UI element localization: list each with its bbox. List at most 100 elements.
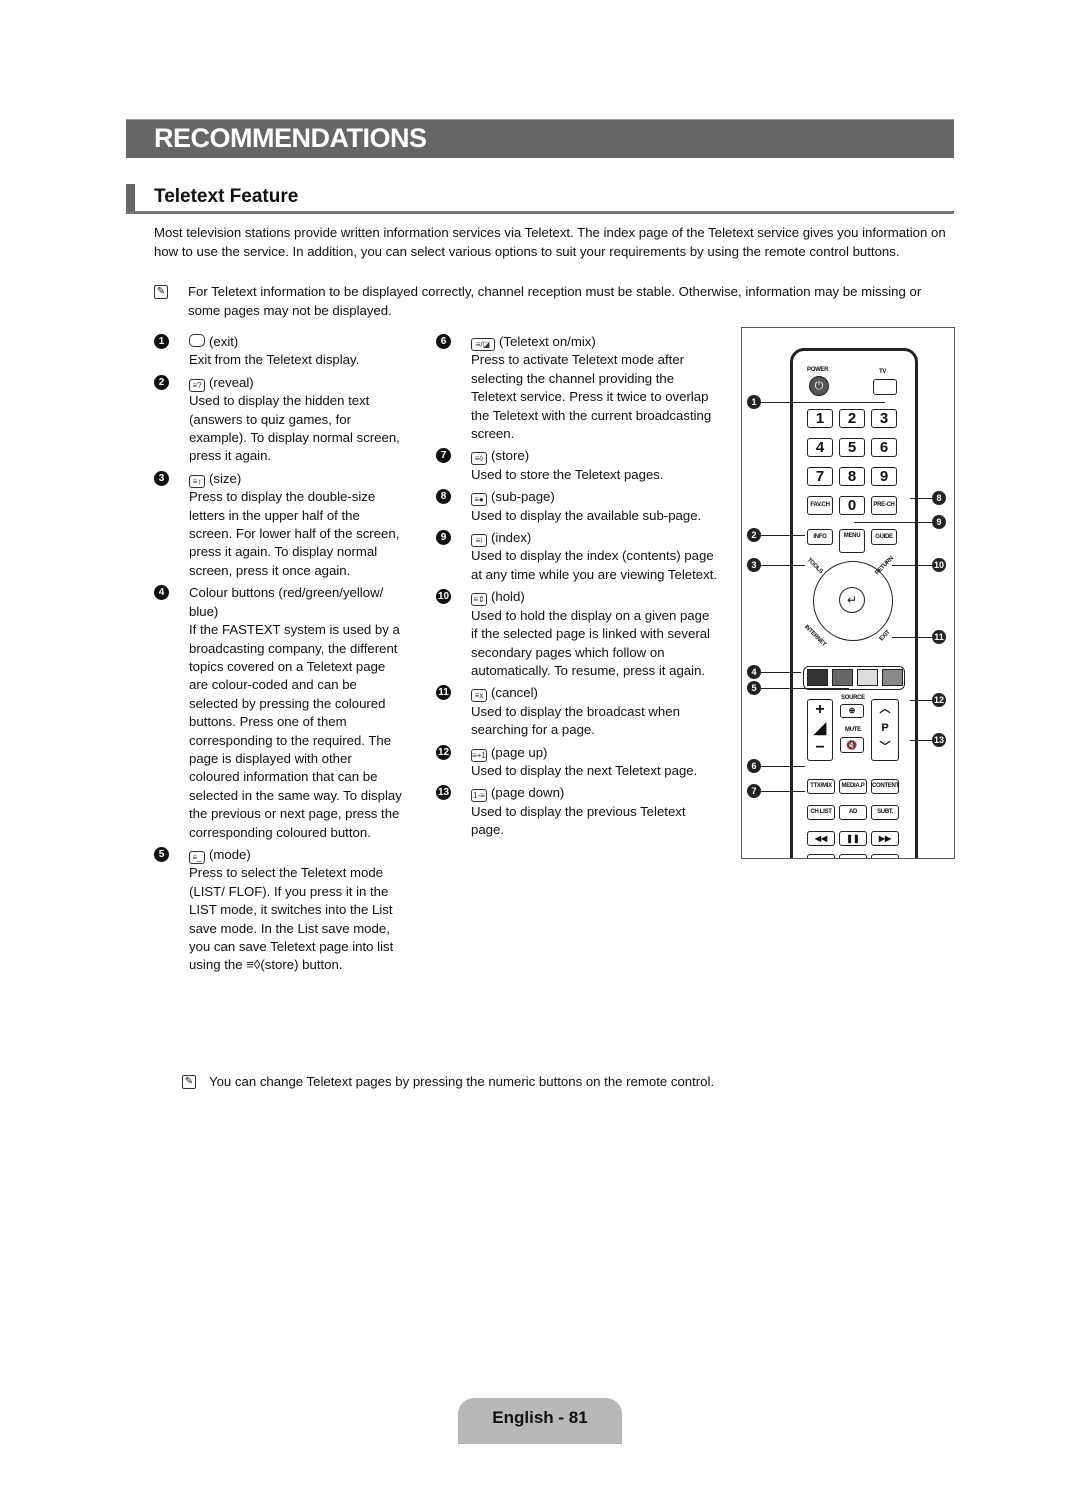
mute-label: MUTE [845,727,861,733]
list-item: 5 ≡_ (mode) Press to select the Teletext … [154,846,404,975]
digit-button: 7 [807,467,833,486]
list-item: 13 1-≡ (page down) Used to display the pr… [436,784,718,839]
reveal-icon: ≡? [189,378,205,392]
menu-button: MENU [839,529,865,553]
guide-button: GUIDE [871,529,897,545]
yellow-button [857,669,878,686]
digit-button: 6 [871,438,897,457]
channel-rocker: ︿ P ﹀ [871,699,899,761]
item-heading: ≡↕ (size) [189,470,404,488]
callout-line [910,498,932,499]
info-button: INFO [807,529,833,545]
item-number: 12 [436,744,451,760]
item-heading: 1-≡ (page down) [471,784,718,803]
middle-column: 6 ≡/◪ (Teletext on/mix) Press to activate… [436,333,718,844]
ttx-mix-button: TTX/MIX [807,779,835,794]
item-heading: ≡x (cancel) [471,684,718,703]
red-button [807,669,828,686]
item-description: Used to hold the display on a given page… [471,607,710,678]
callout-line [854,522,932,523]
digit-button: 2 [839,409,865,428]
item-description: Used to display the next Teletext page. [471,762,698,778]
section-heading: Teletext Feature [126,184,954,214]
enter-icon: ↵ [839,587,865,613]
item-heading: ≡● (sub-page) [471,488,718,507]
exit-label: EXIT [878,629,892,643]
callout-line [761,791,805,792]
item-description: Press to select the Teletext mode (LIST/… [189,865,394,973]
item-heading: ≡◊ (store) [471,447,718,466]
digit-button: 5 [839,438,865,457]
index-icon: ≡i [471,534,487,548]
pre-ch-button: PRE-CH [871,496,897,515]
callout-line [761,565,805,566]
item-number: 7 [436,448,451,464]
left-column: 1 (exit) Exit from the Teletext display.… [154,333,404,979]
stop-icon: ■ [871,854,899,858]
item-number: 4 [154,585,169,601]
item-number: 10 [436,589,451,605]
note-text: You can change Teletext pages by pressin… [209,1074,715,1089]
item-heading: ≡i (index) [471,529,718,548]
callout-8: 8 [932,491,946,505]
volume-rocker: + ◢ − [807,699,833,761]
page-up-icon: ≡+1 [471,748,487,762]
list-item: 1 (exit) Exit from the Teletext display. [154,333,404,370]
item-number: 11 [436,685,451,701]
return-label: RETURN [874,555,895,577]
callout-3: 3 [747,558,761,572]
power-icon: ⏻ [809,376,829,396]
item-number: 2 [154,374,169,390]
callout-line [761,402,885,403]
callout-9: 9 [932,515,946,529]
list-item: 7 ≡◊ (store) Used to store the Teletext p… [436,447,718,484]
source-label: SOURCE [841,695,865,701]
list-item: 9 ≡i (index) Used to display the index (c… [436,529,718,584]
list-item: 2 ≡? (reveal) Used to display the hidden … [154,374,404,466]
note-icon: ✎ [182,1075,196,1089]
banner-title: RECOMMENDATIONS [154,123,427,153]
callout-1: 1 [747,395,761,409]
intro-paragraph: Most television stations provide written… [154,225,946,259]
digit-button: 0 [839,496,865,515]
callout-7: 7 [747,784,761,798]
item-number: 5 [154,846,169,862]
content-button: CONTENT [871,779,899,794]
digit-button: 9 [871,467,897,486]
item-number: 6 [436,334,451,349]
callout-line [892,565,932,566]
callout-2: 2 [747,528,761,542]
digit-button: 1 [807,409,833,428]
item-number: 1 [154,334,169,349]
item-description: Used to display the hidden text (answers… [189,393,400,464]
note-text: For Teletext information to be displayed… [188,284,922,318]
heading-bar [126,184,135,211]
item-heading: Colour buttons (red/green/yellow/ blue) [189,585,384,619]
section-title: Teletext Feature [154,186,299,207]
page-banner: RECOMMENDATIONS [126,119,954,158]
cancel-icon: ≡x [471,689,487,703]
item-number: 9 [436,530,451,546]
item-description: Used to display the available sub-page. [471,507,702,523]
tv-label: TV [879,369,887,375]
list-item: 8 ≡● (sub-page) Used to display the avail… [436,488,718,525]
callout-4: 4 [747,665,761,679]
callout-line [761,535,805,536]
item-number: 13 [436,785,451,801]
green-button [832,669,853,686]
digit-button: 8 [839,467,865,486]
note-icon: ✎ [154,285,168,299]
tv-button [873,379,897,395]
item-description: Used to display the previous Teletext pa… [471,803,686,838]
item-description: Used to store the Teletext pages. [471,466,664,482]
blue-button [882,669,903,686]
callout-line [910,740,932,741]
pause-icon: ❚❚ [839,831,867,846]
exit-icon [189,334,205,347]
note-reception: ✎ For Teletext information to be display… [154,283,954,320]
record-icon: ● [807,854,835,858]
play-icon: ▶ [839,854,867,858]
page-number-tab: English - 81 [458,1398,622,1444]
callout-11: 11 [932,630,946,644]
callout-line [761,672,801,673]
